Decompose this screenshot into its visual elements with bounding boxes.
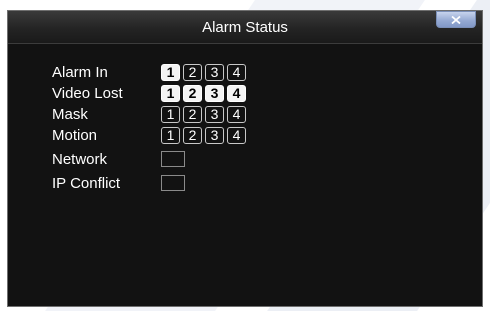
network-status-box [161,151,185,167]
row-network: Network [52,149,185,169]
row-alarm-in: Alarm In 1 2 3 4 [52,62,246,82]
channel-group: 1 2 3 4 [161,105,246,123]
channel-box: 3 [205,126,224,144]
channel-box: 1 [161,105,180,123]
channel-box: 2 [183,84,202,102]
alarm-status-dialog: Alarm Status Alarm In 1 2 3 4 Video Lost… [7,10,483,307]
channel-box: 1 [161,63,180,81]
row-label-motion: Motion [52,126,98,144]
row-label-network: Network [52,150,108,168]
row-video-lost: Video Lost 1 2 3 4 [52,83,246,103]
ip-conflict-status-box [161,175,185,191]
close-icon [451,15,461,24]
title-bar: Alarm Status [8,11,482,44]
channel-box: 1 [161,126,180,144]
channel-box: 2 [183,105,202,123]
dialog-title: Alarm Status [202,19,288,36]
channel-box: 3 [205,63,224,81]
row-label-alarm-in: Alarm In [52,63,108,81]
channel-box: 3 [205,105,224,123]
channel-box: 4 [227,84,246,102]
channel-box: 1 [161,84,180,102]
close-button[interactable] [436,11,476,28]
channel-box: 4 [227,105,246,123]
channel-box: 2 [183,126,202,144]
channel-box: 4 [227,126,246,144]
row-mask: Mask 1 2 3 4 [52,104,246,124]
row-motion: Motion 1 2 3 4 [52,125,246,145]
channel-group: 1 2 3 4 [161,126,246,144]
row-ip-conflict: IP Conflict [52,173,185,193]
row-label-mask: Mask [52,105,88,123]
row-label-video-lost: Video Lost [52,84,123,102]
row-label-ip-conflict: IP Conflict [52,174,121,192]
channel-box: 3 [205,84,224,102]
channel-group: 1 2 3 4 [161,84,246,102]
channel-box: 2 [183,63,202,81]
channel-box: 4 [227,63,246,81]
channel-group: 1 2 3 4 [161,63,246,81]
